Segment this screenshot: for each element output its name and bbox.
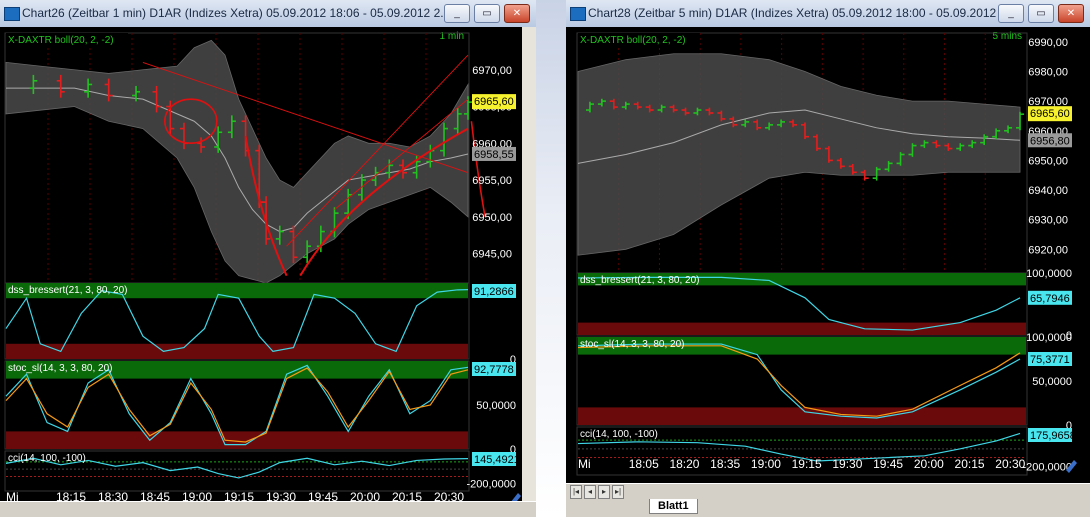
y-tick-label: -200,0000 <box>1022 461 1072 473</box>
y-tick-label: 6950,00 <box>1028 155 1068 167</box>
x-tick-label: 18:35 <box>710 457 740 471</box>
y-tick-label: 6940,00 <box>1028 185 1068 197</box>
mid-band-label: 6958,55 <box>474 149 514 161</box>
oversold-zone <box>578 407 1026 425</box>
value-label-stoch: 92,7778 <box>474 364 514 376</box>
last-price-label: 6965,60 <box>1030 108 1070 120</box>
close-button[interactable]: ✕ <box>504 4 530 23</box>
minimize-button[interactable]: _ <box>998 4 1024 23</box>
close-button[interactable]: ✕ <box>1058 4 1084 23</box>
x-tick-label: 20:15 <box>955 457 985 471</box>
x-tick-label: 18:20 <box>669 457 699 471</box>
maximize-button[interactable]: ▭ <box>474 4 500 23</box>
first-sheet-icon[interactable]: |◂ <box>570 485 582 499</box>
last-price-label: 6965,60 <box>474 96 514 108</box>
x-tick-label: 19:45 <box>873 457 903 471</box>
value-label-dss: 65,7946 <box>1030 293 1070 305</box>
pane-label: X-DAXTR boll(20, 2, -2) <box>8 35 114 46</box>
y-tick-label: -200,0000 <box>466 479 516 491</box>
window-title: Chart28 (Zeitbar 5 min) D1AR (Indizes Xe… <box>588 6 1017 20</box>
y-tick-label: 100,0000 <box>1026 332 1072 344</box>
window-titlebar[interactable]: Chart26 (Zeitbar 1 min) D1AR (Indizes Xe… <box>0 0 536 27</box>
x-tick-label: 20:00 <box>914 457 944 471</box>
sheet-bar: |◂ ◂ ▸ ▸| Blatt1 <box>566 483 1090 517</box>
chart-window-1[interactable]: Chart26 (Zeitbar 1 min) D1AR (Indizes Xe… <box>0 0 536 517</box>
prev-sheet-icon[interactable]: ◂ <box>584 485 596 499</box>
y-tick-label: 6950,00 <box>472 212 512 224</box>
y-tick-label: 6920,00 <box>1028 244 1068 256</box>
x-tick-label: 19:15 <box>792 457 822 471</box>
y-tick-label: 100,0000 <box>1026 268 1072 280</box>
oversold-zone <box>6 431 468 449</box>
series-line-stoch <box>577 343 1021 419</box>
value-label-cci: 175,9658 <box>1030 430 1076 442</box>
x-tick-label: 19:30 <box>832 457 862 471</box>
chart-canvas-1[interactable]: 1 min6970,006965,006960,006955,006950,00… <box>0 27 522 502</box>
pane-label: stoc_sl(14, 3, 3, 80, 20) <box>8 363 113 374</box>
vertical-scrollbar[interactable] <box>522 27 536 502</box>
series-line-dss <box>5 289 469 353</box>
y-tick-label: 6980,00 <box>1028 67 1068 79</box>
x-tick-label: 20:30 <box>995 457 1025 471</box>
sheet-tab-blatt1[interactable]: Blatt1 <box>649 499 698 514</box>
window-title: Chart26 (Zeitbar 1 min) D1AR (Indizes Xe… <box>22 6 451 20</box>
y-tick-label: 6990,00 <box>1028 37 1068 49</box>
x-tick-label: Mi <box>578 457 591 471</box>
series-line-stoch <box>5 367 469 443</box>
value-label-dss: 91,2866 <box>474 286 514 298</box>
maximize-button[interactable]: ▭ <box>1028 4 1054 23</box>
bollinger-band <box>577 53 1021 256</box>
last-sheet-icon[interactable]: ▸| <box>612 485 624 499</box>
value-label-cci: 145,4921 <box>474 454 520 466</box>
pane-label: stoc_sl(14, 3, 3, 80, 20) <box>580 339 685 350</box>
bollinger-band <box>5 39 469 284</box>
x-tick-label: 18:05 <box>629 457 659 471</box>
y-tick-label: 6945,00 <box>472 249 512 261</box>
minimize-button[interactable]: _ <box>444 4 470 23</box>
window-titlebar[interactable]: Chart28 (Zeitbar 5 min) D1AR (Indizes Xe… <box>566 0 1090 27</box>
chart-canvas-2[interactable]: 5 mins6990,006980,006970,006960,006950,0… <box>566 27 1090 482</box>
y-tick-label: 50,0000 <box>1032 376 1072 388</box>
app-icon <box>4 7 20 21</box>
y-tick-label: 6970,00 <box>472 65 512 77</box>
chart-window-2[interactable]: Chart28 (Zeitbar 5 min) D1AR (Indizes Xe… <box>566 0 1090 517</box>
mid-band-label: 6956,80 <box>1030 135 1070 147</box>
app-icon <box>570 7 586 21</box>
y-tick-label: 6955,00 <box>472 175 512 187</box>
next-sheet-icon[interactable]: ▸ <box>598 485 610 499</box>
value-label-stoch: 75,3771 <box>1030 354 1070 366</box>
oversold-zone <box>578 322 1026 335</box>
y-tick-label: 6930,00 <box>1028 215 1068 227</box>
desktop-gap <box>536 0 566 517</box>
pane-label: dss_bressert(21, 3, 80, 20) <box>580 275 700 286</box>
pane-label: dss_bressert(21, 3, 80, 20) <box>8 285 128 296</box>
sheet-bar <box>0 501 536 517</box>
pane-label: cci(14, 100, -100) <box>8 453 86 464</box>
annotation-stroke <box>470 121 486 217</box>
pane-label: cci(14, 100, -100) <box>580 429 658 440</box>
pane-label: X-DAXTR boll(20, 2, -2) <box>580 35 686 46</box>
y-tick-label: 50,0000 <box>476 400 516 412</box>
x-tick-label: 19:00 <box>751 457 781 471</box>
